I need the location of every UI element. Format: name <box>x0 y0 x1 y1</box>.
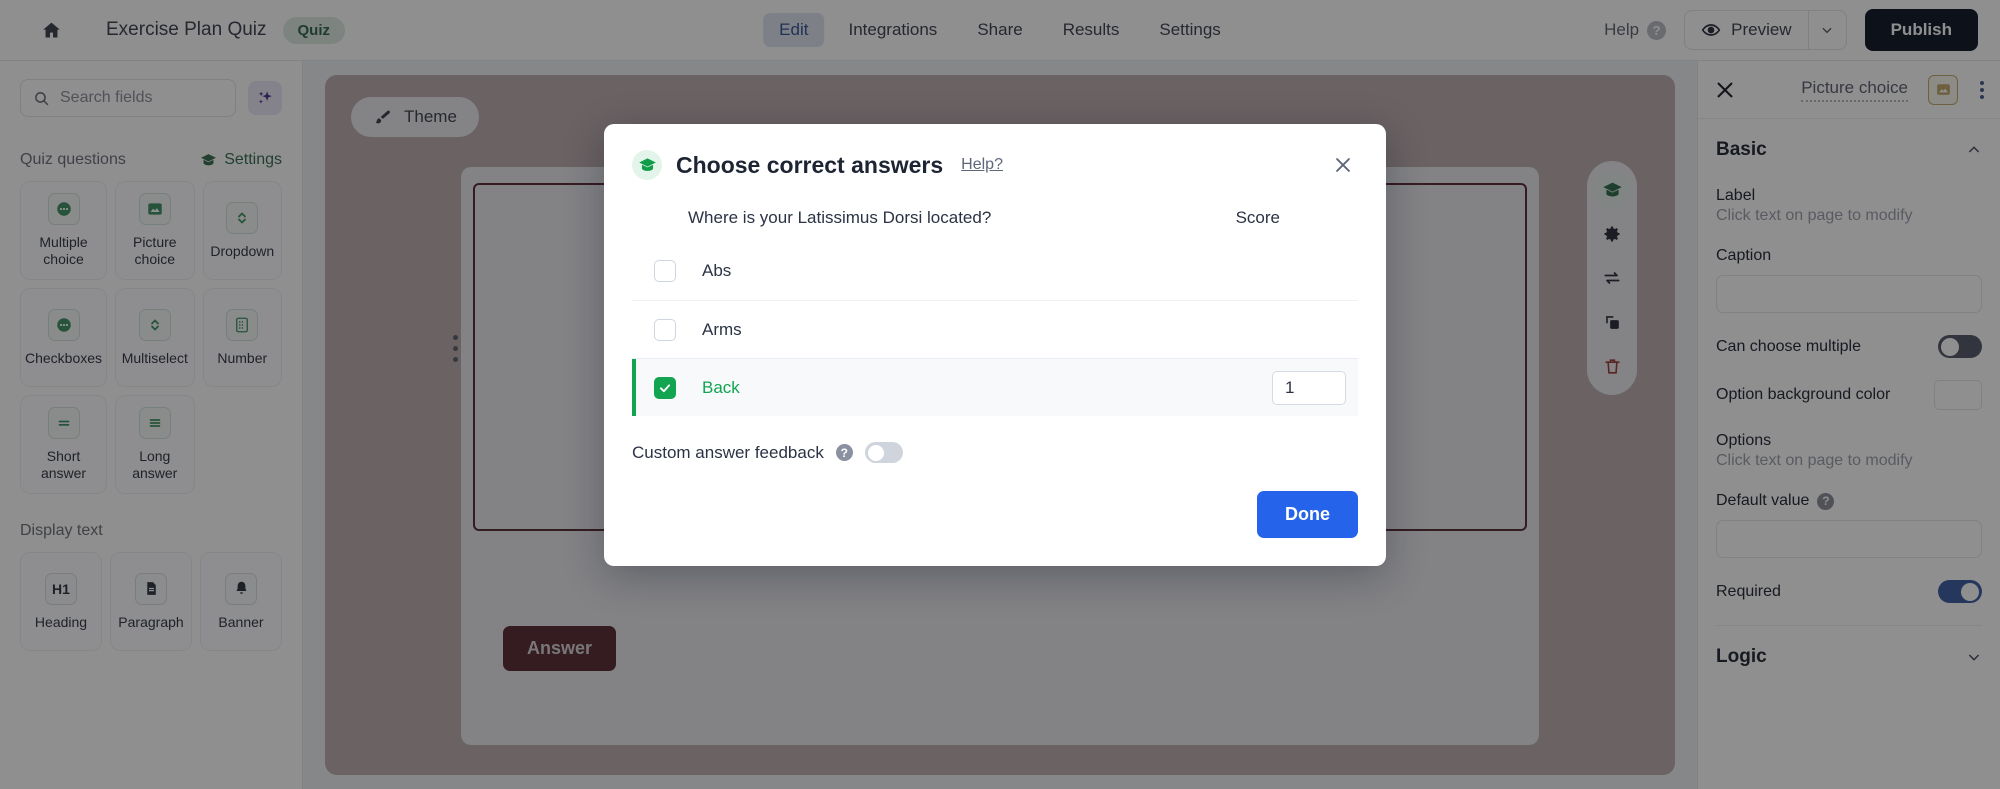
graduation-cap-icon <box>632 150 662 180</box>
option-checkbox[interactable] <box>654 318 676 341</box>
choose-correct-answers-modal: Choose correct answers Help? Where is yo… <box>604 124 1386 566</box>
close-icon[interactable] <box>1328 150 1358 180</box>
question-circle-icon[interactable]: ? <box>835 444 853 461</box>
question-text: Where is your Latissimus Dorsi located? <box>688 208 992 227</box>
option-label: Arms <box>702 319 742 339</box>
option-checkbox-checked[interactable] <box>654 376 676 399</box>
modal-help-link[interactable]: Help? <box>961 156 1003 174</box>
modal-header: Choose correct answers Help? <box>604 124 1386 186</box>
option-checkbox[interactable] <box>654 260 676 282</box>
modal-body: Where is your Latissimus Dorsi located? … <box>604 186 1386 463</box>
answer-option-row[interactable]: Abs <box>632 242 1358 300</box>
answers-table-header: Where is your Latissimus Dorsi located? … <box>632 208 1358 242</box>
modal-footer: Done <box>604 463 1386 566</box>
custom-feedback-label: Custom answer feedback <box>632 442 824 462</box>
done-button[interactable]: Done <box>1257 491 1358 538</box>
score-column-header: Score <box>1235 208 1280 227</box>
app-root: Exercise Plan Quiz Quiz Edit Integration… <box>0 0 2000 789</box>
option-score-input[interactable]: 1 <box>1272 370 1346 405</box>
option-label: Abs <box>702 261 732 280</box>
answer-option-row-selected[interactable]: Back 1 <box>632 358 1358 416</box>
custom-feedback-toggle[interactable] <box>864 442 903 463</box>
option-label: Back <box>702 377 740 397</box>
modal-title: Choose correct answers <box>676 151 944 178</box>
answer-option-row[interactable]: Arms <box>632 300 1358 358</box>
custom-feedback-row: Custom answer feedback ? <box>632 416 1358 463</box>
